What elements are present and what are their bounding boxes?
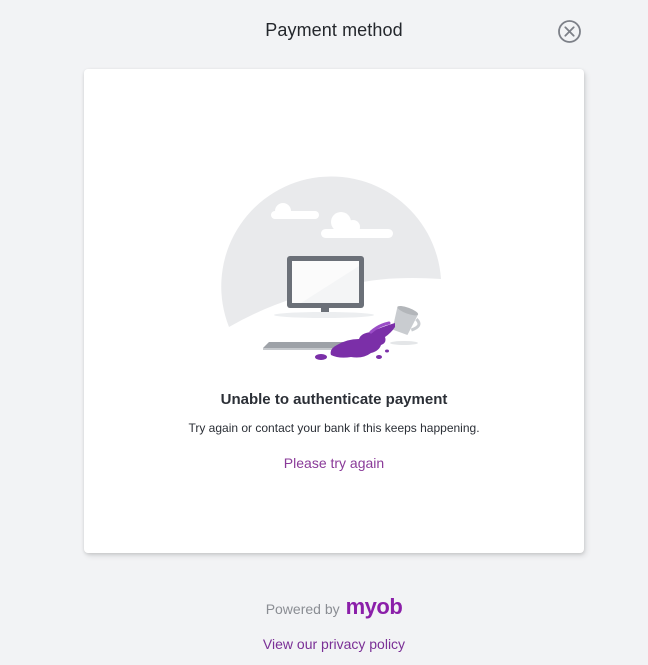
page-title: Payment method	[265, 20, 403, 40]
header: Payment method	[0, 0, 648, 64]
powered-by: Powered by myob	[0, 594, 648, 620]
error-title: Unable to authenticate payment	[220, 391, 448, 408]
retry-link[interactable]: Please try again	[84, 455, 584, 471]
privacy-policy-link[interactable]: View our privacy policy	[0, 636, 648, 652]
powered-by-label: Powered by	[265, 601, 340, 617]
spilled-drink-computer-illustration	[221, 176, 441, 360]
error-description: Try again or contact your bank if this k…	[188, 421, 480, 435]
close-circle-icon	[558, 20, 581, 43]
myob-logo: myob	[345, 594, 403, 619]
close-button[interactable]	[557, 19, 582, 44]
error-card: Unable to authenticate payment Try again…	[84, 69, 584, 553]
payment-method-page: Payment method Unable to authenticate pa…	[0, 0, 648, 665]
